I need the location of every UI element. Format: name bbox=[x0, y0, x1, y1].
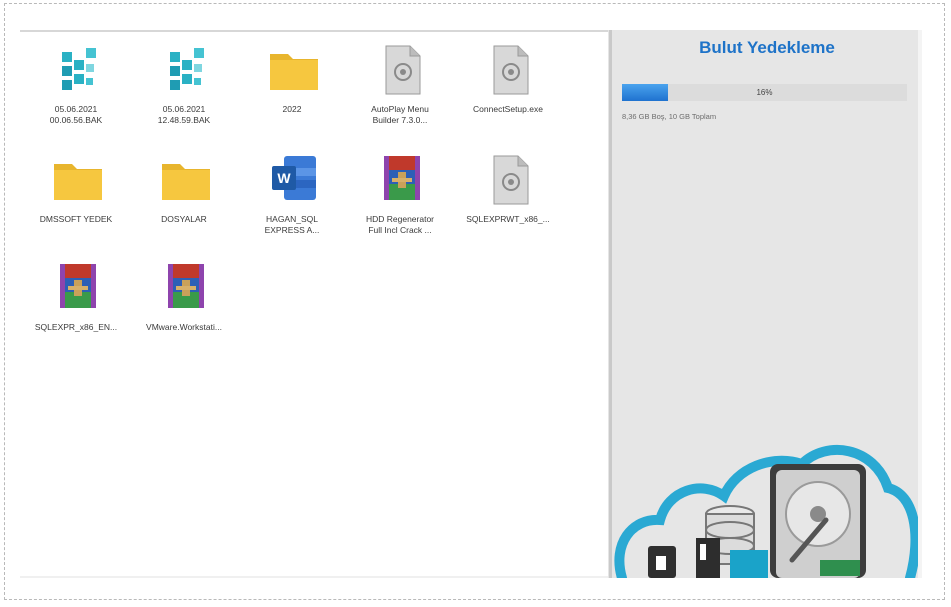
file-name: HDD Regenerator Full Incl Crack ... bbox=[365, 214, 435, 235]
file-name: VMware.Workstati... bbox=[146, 322, 222, 332]
winrar-archive-icon bbox=[158, 260, 214, 316]
file-name: ConnectSetup.exe bbox=[473, 104, 543, 114]
file-name: DMSSOFT YEDEK bbox=[39, 214, 113, 224]
storage-usage-text: 8,36 GB Boş, 10 GB Toplam bbox=[622, 112, 717, 121]
file-item[interactable]: 05.06.2021 00.06.56.BAK bbox=[24, 42, 128, 142]
file-item[interactable]: W HAGAN_SQL EXPRESS A... bbox=[240, 152, 344, 252]
file-item[interactable]: ConnectSetup.exe bbox=[456, 42, 560, 142]
file-name: 05.06.2021 12.48.59.BAK bbox=[157, 104, 211, 125]
svg-text:W: W bbox=[277, 170, 291, 186]
panel-title: Bulut Yedekleme bbox=[699, 38, 835, 57]
file-item[interactable]: SQLEXPRWT_x86_... bbox=[456, 152, 560, 252]
file-item[interactable]: AutoPlay Menu Builder 7.3.0... bbox=[348, 42, 452, 142]
folder-icon bbox=[266, 42, 322, 98]
file-name: 05.06.2021 00.06.56.BAK bbox=[49, 104, 103, 125]
file-item[interactable]: DMSSOFT YEDEK bbox=[24, 152, 128, 252]
file-name: SQLEXPRWT_x86_... bbox=[466, 214, 550, 224]
file-item[interactable]: 05.06.2021 12.48.59.BAK bbox=[132, 42, 236, 142]
file-explorer-pane[interactable]: 05.06.2021 00.06.56.BAK 05.06.2021 12.48… bbox=[20, 32, 608, 576]
backup-file-icon bbox=[158, 42, 214, 98]
file-name: 2022 bbox=[282, 104, 302, 114]
generic-file-icon bbox=[482, 42, 538, 98]
file-item[interactable]: 2022 bbox=[240, 42, 344, 142]
backup-file-icon bbox=[50, 42, 106, 98]
generic-file-icon bbox=[374, 42, 430, 98]
winrar-archive-icon bbox=[374, 152, 430, 208]
folder-icon bbox=[50, 152, 106, 208]
folder-icon bbox=[158, 152, 214, 208]
cloud-storage-illustration bbox=[612, 434, 921, 583]
word-document-icon: W bbox=[266, 152, 322, 208]
file-name: SQLEXPR_x86_EN... bbox=[34, 322, 118, 332]
progress-percent: 16% bbox=[756, 88, 773, 97]
winrar-archive-icon bbox=[50, 260, 106, 316]
file-item[interactable]: DOSYALAR bbox=[132, 152, 236, 252]
file-name: DOSYALAR bbox=[161, 214, 207, 224]
file-item[interactable]: HDD Regenerator Full Incl Crack ... bbox=[348, 152, 452, 252]
cloud-backup-panel: Bulut Yedekleme 16% 8,36 GB Boş, 10 GB T… bbox=[612, 30, 921, 583]
file-name: AutoPlay Menu Builder 7.3.0... bbox=[371, 104, 429, 125]
file-item[interactable]: VMware.Workstati... bbox=[132, 260, 236, 360]
file-name: HAGAN_SQL EXPRESS A... bbox=[264, 214, 320, 235]
generic-file-icon bbox=[482, 152, 538, 208]
file-item[interactable]: SQLEXPR_x86_EN... bbox=[24, 260, 128, 360]
window-right-edge bbox=[918, 30, 922, 578]
storage-progress-bar: 16% bbox=[622, 84, 907, 101]
